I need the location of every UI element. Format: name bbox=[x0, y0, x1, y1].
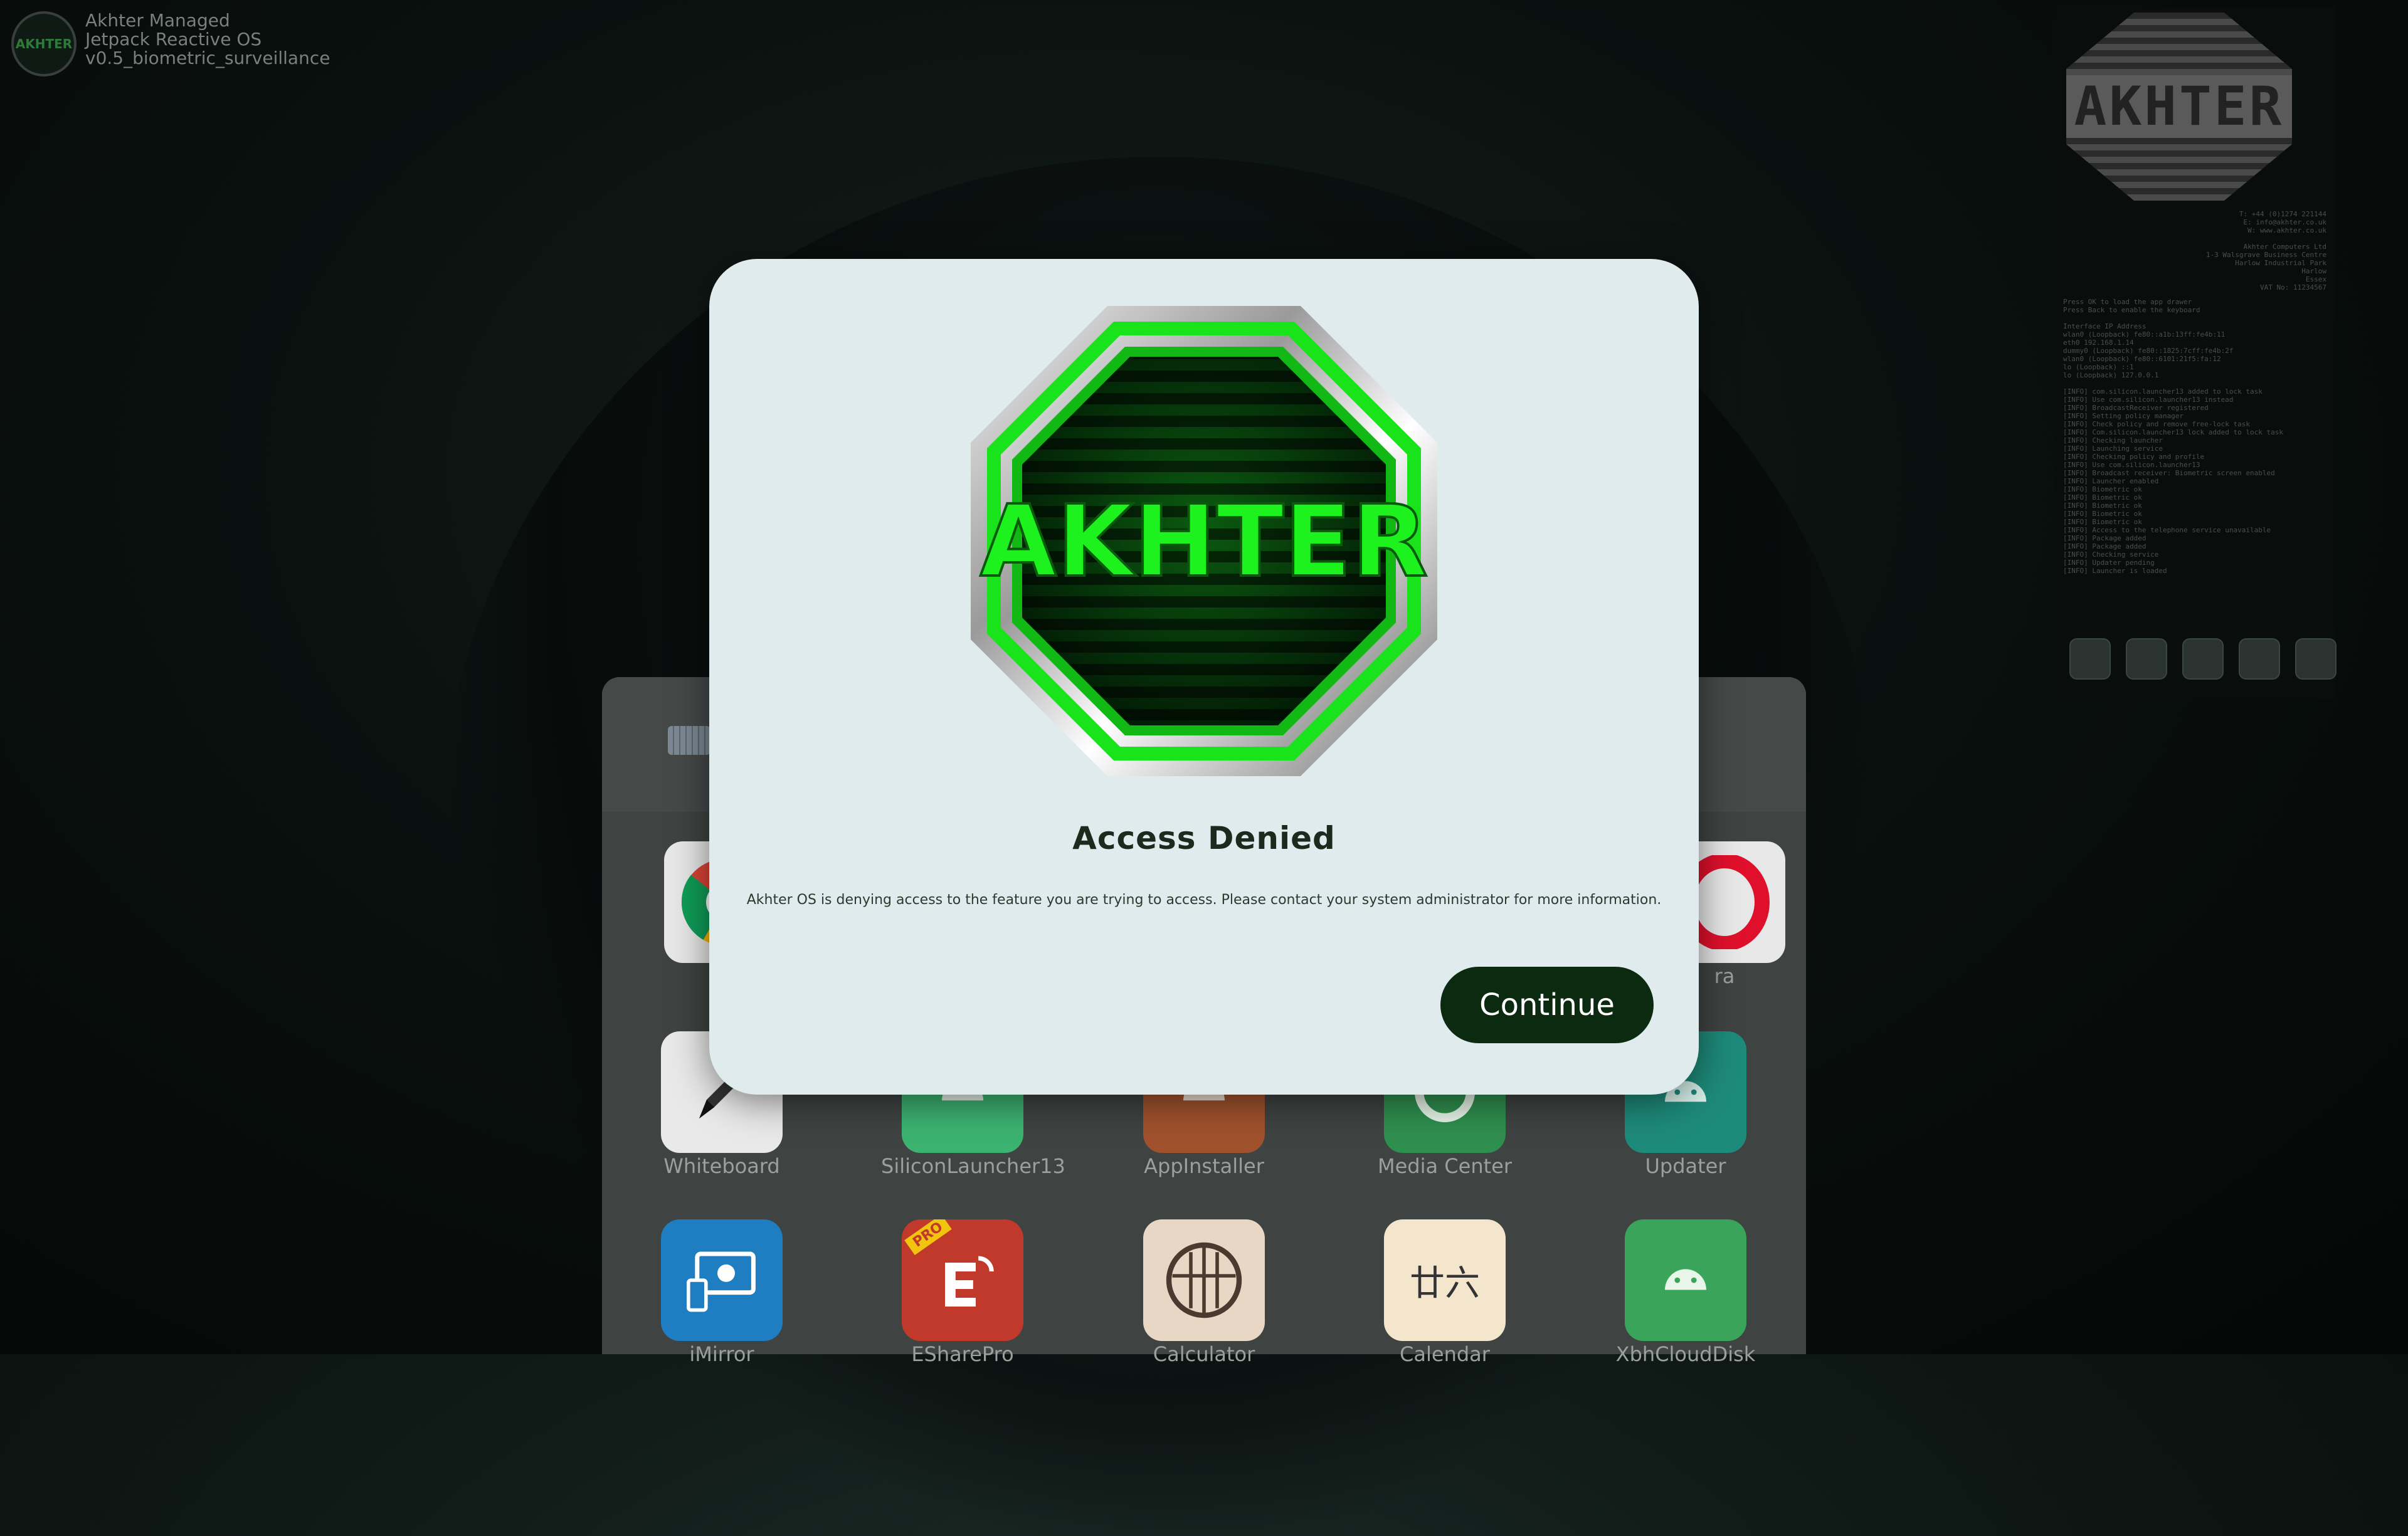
app-label: ESharePro bbox=[911, 1342, 1014, 1366]
akhter-logo: AKHTER bbox=[968, 303, 1440, 779]
compass-icon[interactable] bbox=[2069, 638, 2111, 680]
log-line: [INFO] Launcher enabled bbox=[2063, 477, 2159, 485]
calendar-date-glyph: 廿六 bbox=[1410, 1263, 1480, 1304]
log-line: [INFO] Check policy and remove free-lock… bbox=[2063, 420, 2251, 428]
app-calculator[interactable]: Calculator bbox=[1122, 1219, 1286, 1366]
watermark-line-1: Akhter Managed bbox=[85, 10, 230, 31]
app-label: Whiteboard bbox=[663, 1154, 780, 1178]
side-panel-logo: AKHTER bbox=[2066, 13, 2292, 201]
log-line: wlan0 (Loopback) fe80::a1b:13ff:fe4b:11 bbox=[2063, 330, 2226, 339]
notes-icon[interactable] bbox=[2126, 638, 2167, 680]
address-line: E: info@akhter.co.uk bbox=[2243, 218, 2326, 226]
watermark-line-2: Jetpack Reactive OS bbox=[85, 29, 262, 50]
app-label: iMirror bbox=[689, 1342, 754, 1366]
log-line: [INFO] Checking policy and profile bbox=[2063, 453, 2205, 461]
log-line: [INFO] Biometric ok bbox=[2063, 510, 2142, 518]
address-line: Essex bbox=[2305, 275, 2326, 283]
log-line: eth0 192.168.1.14 bbox=[2063, 339, 2134, 347]
log-line: [INFO] Biometric ok bbox=[2063, 518, 2142, 526]
gallery-icon[interactable] bbox=[2239, 638, 2280, 680]
log-line: lo (Loopback) ::1 bbox=[2063, 363, 2134, 371]
log-line: [INFO] Biometric ok bbox=[2063, 493, 2142, 502]
app-esharepro[interactable]: PRO ESharePro bbox=[881, 1219, 1044, 1366]
log-line: [INFO] Package added bbox=[2063, 542, 2147, 550]
eshare-icon: PRO bbox=[902, 1219, 1023, 1341]
side-panel-logo-text: AKHTER bbox=[2066, 75, 2292, 138]
log-line: [INFO] Com.silicon.launcher13 lock added… bbox=[2063, 428, 2283, 436]
access-denied-dialog: AKHTER Access Denied Akhter OS is denyin… bbox=[709, 259, 1699, 1095]
akhter-logo-text: AKHTER bbox=[980, 484, 1428, 599]
log-line: Press OK to load the app drawer bbox=[2063, 298, 2192, 306]
log-line: [INFO] Broadcast receiver: Biometric scr… bbox=[2063, 469, 2275, 477]
os-watermark: AKHTER Akhter Managed Jetpack Reactive O… bbox=[11, 11, 330, 76]
address-line: Harlow bbox=[2301, 267, 2326, 275]
log-line: [INFO] com.silicon.launcher13 added to l… bbox=[2063, 387, 2263, 396]
address-line bbox=[2063, 234, 2326, 243]
android-icon bbox=[1625, 1219, 1746, 1341]
log-line: [INFO] BroadcastReceiver registered bbox=[2063, 404, 2209, 412]
address-line: VAT No: 11234567 bbox=[2260, 283, 2326, 292]
log-line: [INFO] Launching service bbox=[2063, 444, 2163, 453]
app-label: Updater bbox=[1645, 1154, 1726, 1178]
abacus-icon bbox=[1143, 1219, 1265, 1341]
lock-icon[interactable] bbox=[2295, 638, 2337, 680]
address-line: W: www.akhter.co.uk bbox=[2247, 226, 2326, 234]
log-line: dummy0 (Loopback) fe80::1825:7cff:fe4b:2… bbox=[2063, 347, 2234, 355]
log-line: [INFO] Biometric ok bbox=[2063, 502, 2142, 510]
address-line: Harlow Industrial Park bbox=[2235, 259, 2326, 267]
calendar-icon: 廿六 bbox=[1384, 1219, 1506, 1341]
watermark-text: Akhter Managed Jetpack Reactive OS v0.5_… bbox=[85, 11, 330, 68]
log-line: [INFO] Access to the telephone service u… bbox=[2063, 526, 2271, 534]
log-line: wlan0 (Loopback) fe80::6101:21f5:fa:12 bbox=[2063, 355, 2221, 363]
app-label: Calculator bbox=[1153, 1342, 1255, 1366]
app-calendar[interactable]: 廿六 Calendar bbox=[1363, 1219, 1526, 1366]
address-line: T: +44 (0)1274 221144 bbox=[2239, 210, 2326, 218]
log-line: [INFO] Use com.silicon.launcher13 instea… bbox=[2063, 396, 2234, 404]
log-line: [INFO] Updater pending bbox=[2063, 559, 2155, 567]
watermark-line-3: v0.5_biometric_surveillance bbox=[85, 48, 330, 68]
screen-mirror-icon bbox=[661, 1219, 783, 1341]
app-label: Calendar bbox=[1400, 1342, 1490, 1366]
company-address-block: T: +44 (0)1274 221144 E: info@akhter.co.u… bbox=[2063, 210, 2326, 292]
log-line: lo (Loopback) 127.0.0.1 bbox=[2063, 371, 2159, 379]
log-line: [INFO] Use com.silicon.launcher13 bbox=[2063, 461, 2200, 469]
log-line: Interface IP Address bbox=[2063, 322, 2147, 330]
log-line: [INFO] Package added bbox=[2063, 534, 2147, 542]
log-line: [INFO] Checking service bbox=[2063, 550, 2159, 559]
system-log: Press OK to load the app drawer Press Bac… bbox=[2063, 298, 2326, 575]
app-imirror[interactable]: iMirror bbox=[640, 1219, 803, 1366]
log-line: [INFO] Launcher is loaded bbox=[2063, 567, 2167, 575]
log-line: [INFO] Biometric ok bbox=[2063, 485, 2142, 493]
address-line: 1-3 Walsgrave Business Centre bbox=[2205, 251, 2326, 259]
akhter-badge-logo: AKHTER bbox=[11, 11, 77, 76]
app-label: Media Center bbox=[1378, 1154, 1512, 1178]
app-xbhclouddisk[interactable]: XbhCloudDisk bbox=[1604, 1219, 1767, 1366]
dashboard-icon[interactable] bbox=[2182, 638, 2224, 680]
side-panel-icons bbox=[2069, 638, 2337, 680]
address-line: Akhter Computers Ltd bbox=[2243, 243, 2326, 251]
log-line: [INFO] Setting policy manager bbox=[2063, 412, 2184, 420]
keyboard-icon[interactable] bbox=[668, 726, 710, 755]
dialog-title: Access Denied bbox=[1072, 820, 1336, 856]
dialog-message: Akhter OS is denying access to the featu… bbox=[746, 892, 1662, 908]
log-line: Press Back to enable the keyboard bbox=[2063, 306, 2200, 314]
continue-button[interactable]: Continue bbox=[1440, 967, 1654, 1043]
app-label: AppInstaller bbox=[1144, 1154, 1264, 1178]
app-label: XbhCloudDisk bbox=[1615, 1342, 1756, 1366]
log-line: [INFO] Checking launcher bbox=[2063, 436, 2163, 444]
app-label: SiliconLauncher13 bbox=[881, 1154, 1065, 1178]
